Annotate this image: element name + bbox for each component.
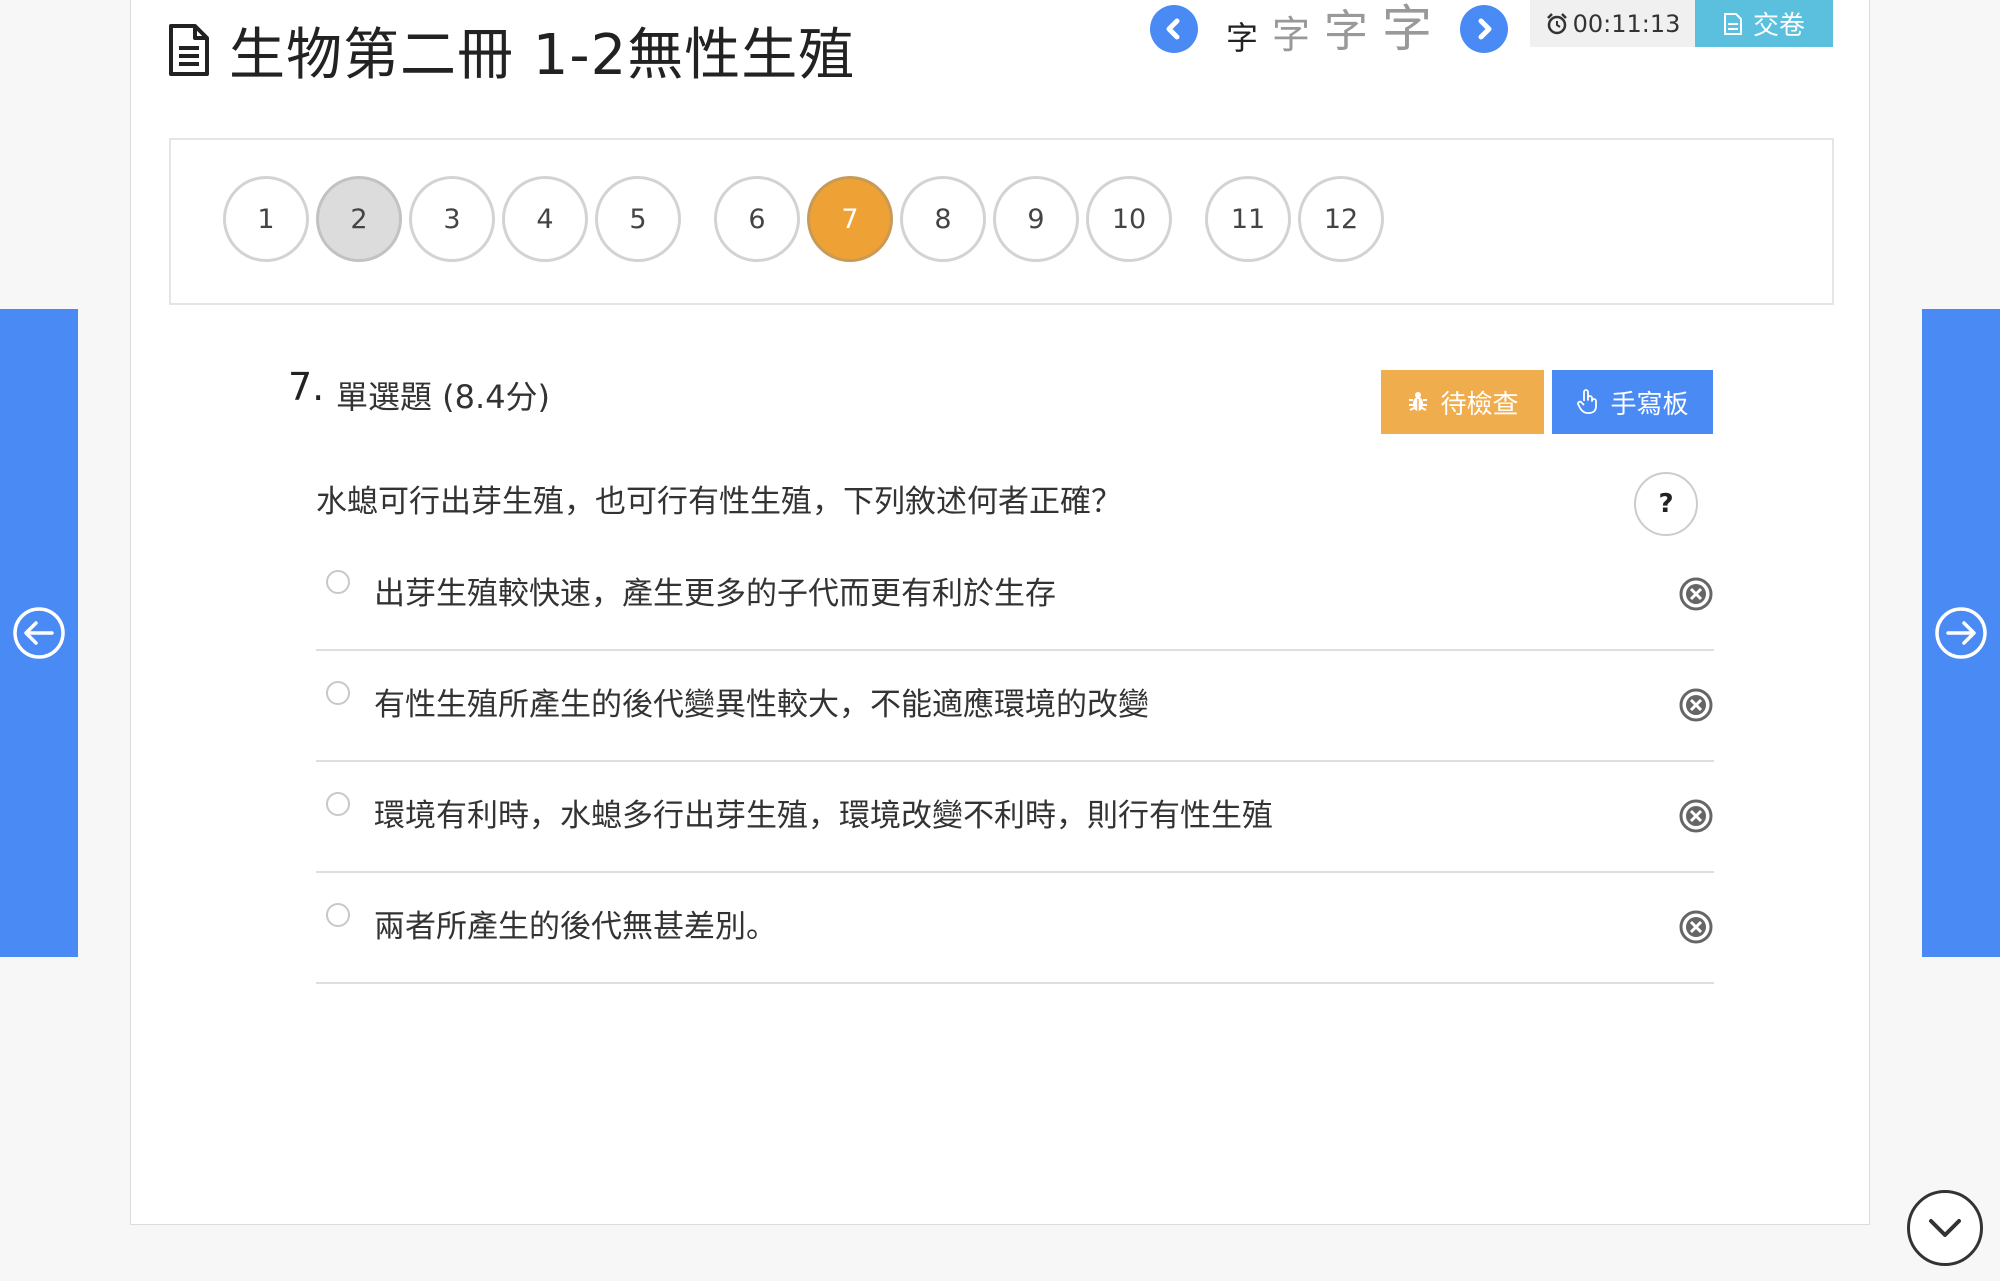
answer-option[interactable]: 兩者所產生的後代無甚差別。 [316, 873, 1714, 984]
font-size-option-2[interactable]: 字 [1272, 16, 1310, 54]
hand-pointer-icon [1577, 389, 1598, 414]
close-circle-icon[interactable] [1678, 687, 1714, 723]
mark-for-review-button[interactable]: 待檢查 [1381, 370, 1544, 434]
chevron-down-icon [1929, 1219, 1961, 1237]
next-question-button[interactable] [1922, 309, 2000, 957]
font-size-option-4[interactable]: 字 [1382, 4, 1432, 54]
timer-value: 00:11:13 [1572, 9, 1681, 38]
question-nav-button-4[interactable]: 4 [502, 176, 588, 262]
answer-option[interactable]: 有性生殖所產生的後代變異性較大，不能適應環境的改變 [316, 651, 1714, 762]
question-nav-button-2[interactable]: 2 [316, 176, 402, 262]
option-label[interactable]: 兩者所產生的後代無甚差別。 [374, 901, 777, 946]
question-nav-button-10[interactable]: 10 [1086, 176, 1172, 262]
option-radio[interactable] [326, 570, 350, 594]
question-navigator: 1 2 3 4 5 6 7 8 9 10 11 12 [169, 138, 1834, 305]
question-nav-button-8[interactable]: 8 [900, 176, 986, 262]
question-nav-button-12[interactable]: 12 [1298, 176, 1384, 262]
answer-option[interactable]: 環境有利時，水螅多行出芽生殖，環境改變不利時，則行有性生殖 [316, 762, 1714, 873]
alarm-clock-icon [1546, 12, 1567, 34]
previous-question-button[interactable] [0, 309, 78, 957]
help-button[interactable]: ? [1634, 472, 1698, 536]
font-size-options: 字 字 字 字 [1226, 4, 1432, 54]
question-nav-button-7[interactable]: 7 [807, 176, 893, 262]
document-icon [169, 24, 209, 76]
chevron-right-icon [1478, 18, 1492, 40]
page-title: 生物第二冊 1-2無性生殖 [229, 22, 856, 88]
question-nav-button-11[interactable]: 11 [1205, 176, 1291, 262]
option-label[interactable]: 出芽生殖較快速，產生更多的子代而更有利於生存 [374, 568, 1056, 613]
question-nav-button-5[interactable]: 5 [595, 176, 681, 262]
paper-icon [1723, 12, 1742, 35]
font-size-option-3[interactable]: 字 [1324, 10, 1368, 54]
submit-label: 交卷 [1752, 11, 1805, 41]
close-circle-icon[interactable] [1678, 909, 1714, 945]
question-nav-button-1[interactable]: 1 [223, 176, 309, 262]
answer-option[interactable]: 出芽生殖較快速，產生更多的子代而更有利於生存 [316, 540, 1714, 651]
bug-icon [1409, 392, 1428, 411]
question-text: 水螅可行出芽生殖，也可行有性生殖，下列敘述何者正確？ [316, 484, 1122, 520]
font-size-controls: 字 字 字 字 [1150, 4, 1509, 54]
option-radio[interactable] [326, 792, 350, 816]
font-size-increase-button[interactable] [1460, 5, 1509, 53]
arrow-right-circle-icon [1935, 607, 1987, 659]
scroll-down-button[interactable] [1907, 1190, 1983, 1266]
question-number: 7. [288, 365, 325, 409]
option-radio[interactable] [326, 903, 350, 927]
mark-for-review-label: 待檢查 [1440, 389, 1519, 420]
option-radio[interactable] [326, 681, 350, 705]
arrow-left-circle-icon [13, 607, 65, 659]
chevron-left-icon [1166, 18, 1180, 40]
exam-timer: 00:11:13 [1530, 0, 1695, 47]
font-size-option-1[interactable]: 字 [1226, 22, 1258, 54]
handwriting-pad-button[interactable]: 手寫板 [1552, 370, 1713, 434]
page-header: 生物第二冊 1-2無性生殖 [167, 14, 855, 88]
question-type: 單選題 (8.4分) [336, 378, 551, 416]
close-circle-icon[interactable] [1678, 798, 1714, 834]
option-label[interactable]: 環境有利時，水螅多行出芽生殖，環境改變不利時，則行有性生殖 [374, 790, 1273, 835]
question-nav-button-9[interactable]: 9 [993, 176, 1079, 262]
option-label[interactable]: 有性生殖所產生的後代變異性較大，不能適應環境的改變 [374, 679, 1149, 724]
question-nav-button-6[interactable]: 6 [714, 176, 800, 262]
submit-exam-button[interactable]: 交卷 [1695, 0, 1833, 47]
question-nav-button-3[interactable]: 3 [409, 176, 495, 262]
close-circle-icon[interactable] [1678, 576, 1714, 612]
font-size-decrease-button[interactable] [1150, 5, 1198, 53]
handwriting-pad-label: 手寫板 [1610, 389, 1689, 420]
answer-options: 出芽生殖較快速，產生更多的子代而更有利於生存 有性生殖所產生的後代變異性較大，不… [316, 540, 1714, 984]
